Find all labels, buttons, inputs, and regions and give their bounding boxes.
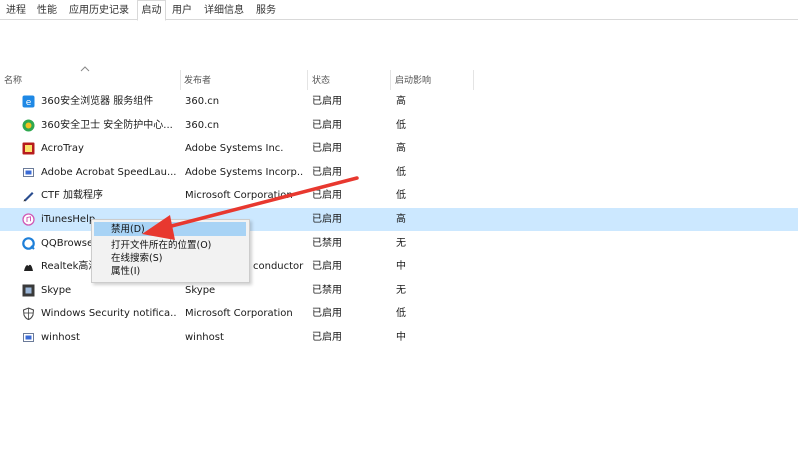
cell-startup-impact: 高 <box>396 143 406 155</box>
cell-name: Skype <box>41 284 72 296</box>
cell-startup-impact: 低 <box>396 308 406 320</box>
cell-name: winhost <box>41 332 80 343</box>
cell-startup-impact: 中 <box>396 261 406 273</box>
cell-name: Windows Security notifica... <box>41 308 177 320</box>
cell-publisher: Adobe Systems Inc. <box>185 143 284 155</box>
column-header-name[interactable]: 名称 <box>4 73 164 87</box>
cell-startup-impact: 无 <box>396 237 406 249</box>
tab-details[interactable]: 详细信息 <box>201 2 247 19</box>
shield-icon <box>22 307 35 321</box>
table-row[interactable]: CTF 加载程序 Microsoft Corporation 已启用 低 <box>0 184 798 207</box>
acrotray-icon <box>22 142 35 155</box>
cell-status: 已启用 <box>312 143 342 155</box>
cell-name: Adobe Acrobat SpeedLau... <box>41 166 177 178</box>
menu-item-open-file-location[interactable]: 打开文件所在的位置(O) <box>111 239 211 252</box>
generic-app-icon <box>23 333 34 342</box>
cell-startup-impact: 中 <box>396 332 406 343</box>
cell-status: 已启用 <box>312 190 342 202</box>
column-header-status[interactable]: 状态 <box>312 73 372 87</box>
qqbrowser-icon <box>22 236 35 250</box>
realtek-icon <box>24 264 33 272</box>
table-row[interactable]: 360安全卫士 安全防护中心... 360.cn 已启用 低 <box>0 114 798 137</box>
tab-services[interactable]: 服务 <box>253 2 279 19</box>
generic-app-icon <box>23 167 34 177</box>
tab-startup[interactable]: 启动 <box>137 0 166 21</box>
pen-icon <box>23 192 34 202</box>
tab-app-history[interactable]: 应用历史记录 <box>66 2 132 19</box>
cell-publisher: winhost <box>185 332 224 343</box>
cell-name: 360安全卫士 安全防护中心... <box>41 119 173 131</box>
skype-icon <box>22 284 35 297</box>
cell-status: 已启用 <box>312 308 342 320</box>
tab-users[interactable]: 用户 <box>170 2 194 19</box>
column-divider[interactable] <box>473 70 474 90</box>
cell-name: CTF 加载程序 <box>41 190 104 202</box>
column-header-startup-impact[interactable]: 启动影响 <box>395 73 465 87</box>
column-divider[interactable] <box>180 70 181 90</box>
table-row[interactable]: Adobe Acrobat SpeedLau... Adobe Systems I… <box>0 161 798 184</box>
column-header-publisher[interactable]: 发布者 <box>184 73 294 87</box>
cell-publisher: Adobe Systems Incorp... <box>185 166 303 178</box>
cell-publisher: Skype <box>185 284 216 296</box>
cell-publisher: conductor <box>253 261 304 273</box>
cell-status: 已启用 <box>312 119 342 131</box>
360-browser-icon: e <box>22 95 35 108</box>
cell-status: 已禁用 <box>312 284 342 296</box>
menu-item-properties[interactable]: 属性(I) <box>111 265 140 278</box>
tab-performance[interactable]: 性能 <box>34 2 60 19</box>
cell-status: 已启用 <box>312 166 342 178</box>
menu-item-search-online[interactable]: 在线搜索(S) <box>111 252 162 265</box>
cell-name: 360安全浏览器 服务组件 <box>41 96 154 107</box>
cell-status: 已禁用 <box>312 237 342 249</box>
table-row[interactable]: Windows Security notifica... Microsoft Co… <box>0 302 798 325</box>
cell-status: 已启用 <box>312 214 342 225</box>
tab-processes[interactable]: 进程 <box>4 2 28 19</box>
menu-item-disable[interactable]: 禁用(D) <box>111 223 145 236</box>
cell-publisher: Microsoft Corporation <box>185 308 293 320</box>
table-row[interactable]: e 360安全浏览器 服务组件 360.cn 已启用 高 <box>0 90 798 113</box>
column-divider[interactable] <box>390 70 391 90</box>
cell-status: 已启用 <box>312 332 342 343</box>
cell-name: AcroTray <box>41 143 84 155</box>
cell-startup-impact: 无 <box>396 284 406 296</box>
tab-bar: 进程 性能 应用历史记录 启动 用户 详细信息 服务 <box>0 0 798 21</box>
table-row[interactable]: winhost winhost 已启用 中 <box>0 326 798 349</box>
svg-text:e: e <box>26 98 32 108</box>
cell-status: 已启用 <box>312 261 342 273</box>
cell-publisher: 360.cn <box>185 119 220 131</box>
360-safe-icon <box>22 119 35 132</box>
cell-startup-impact: 高 <box>396 96 406 107</box>
cell-publisher: Microsoft Corporation <box>185 190 293 202</box>
cell-startup-impact: 高 <box>396 214 406 225</box>
context-menu: 禁用(D) 打开文件所在的位置(O) 在线搜索(S) 属性(I) <box>91 219 250 283</box>
cell-status: 已启用 <box>312 96 342 107</box>
cell-startup-impact: 低 <box>396 166 406 178</box>
itunes-icon <box>22 213 35 226</box>
table-row[interactable]: AcroTray Adobe Systems Inc. 已启用 高 <box>0 137 798 160</box>
cell-publisher: 360.cn <box>185 96 220 107</box>
cell-startup-impact: 低 <box>396 119 406 131</box>
column-divider[interactable] <box>307 70 308 90</box>
cell-startup-impact: 低 <box>396 190 406 202</box>
